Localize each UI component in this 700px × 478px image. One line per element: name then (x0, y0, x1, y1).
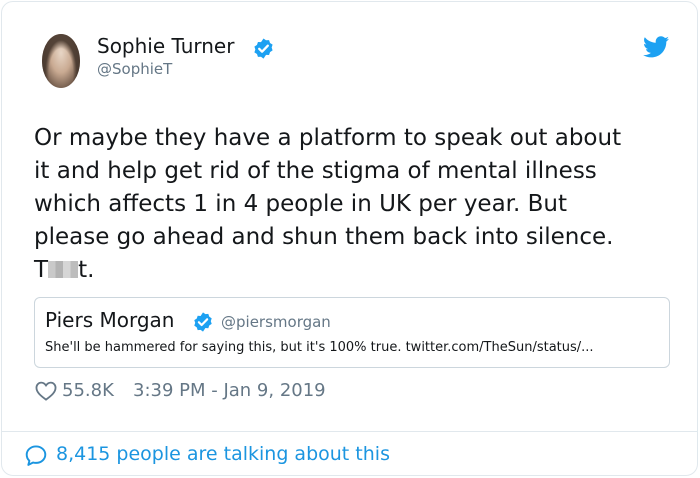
verified-badge-icon (254, 38, 273, 59)
comment-icon (25, 445, 47, 466)
tweet-line: Or maybe they have a platform to speak o… (34, 125, 622, 151)
avatar[interactable] (42, 34, 80, 88)
quoted-tweet-text: She'll be hammered for saying this, but … (45, 340, 594, 355)
timestamp[interactable]: 3:39 PM - Jan 9, 2019 (133, 380, 326, 401)
author-name[interactable]: Sophie Turner (97, 34, 234, 58)
author-handle[interactable]: @SophieT (97, 60, 172, 78)
censor-block (48, 261, 79, 278)
tweet-line: which affects 1 in 4 people in UK per ye… (34, 191, 568, 217)
quoted-author-handle: @piersmorgan (221, 313, 331, 331)
quoted-tweet[interactable]: Piers Morgan @piersmorgan She'll be hamm… (34, 297, 670, 368)
tweet-card: Sophie Turner @SophieT Or maybe they hav… (1, 1, 698, 476)
verified-badge-icon (194, 312, 212, 332)
talking-count[interactable]: 8,415 people are talking about this (56, 443, 390, 465)
divider (2, 431, 697, 432)
like-count[interactable]: 55.8K (62, 380, 114, 401)
tweet-line: Tt. (34, 254, 674, 287)
tweet-text-fragment: t. (78, 257, 95, 283)
tweet-text: Or maybe they have a platform to speak o… (34, 122, 674, 287)
heart-icon[interactable] (35, 381, 57, 401)
twitter-bird-icon[interactable] (643, 36, 669, 58)
tweet-text-fragment: T (34, 257, 49, 283)
quoted-author-name: Piers Morgan (45, 308, 175, 332)
tweet-line: it and help get rid of the stigma of men… (34, 158, 597, 184)
tweet-line: please go ahead and shun them back into … (34, 224, 614, 250)
